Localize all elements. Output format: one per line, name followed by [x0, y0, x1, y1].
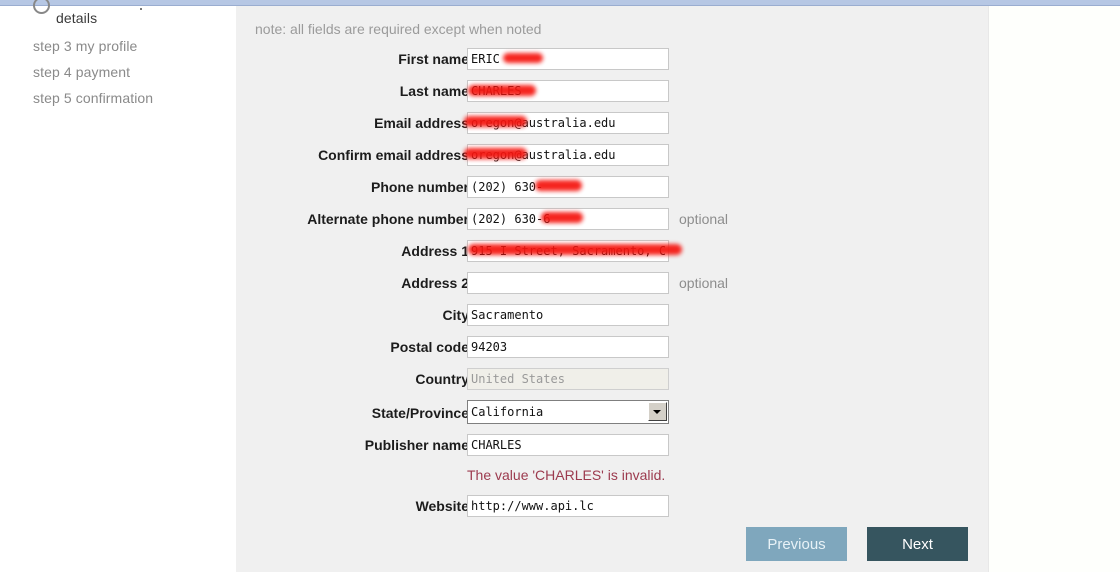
label-confirm-email-address: Confirm email address — [318, 147, 469, 163]
field-city-wrap — [467, 304, 669, 326]
email-address-input[interactable] — [467, 112, 669, 134]
form-row-last-name: Last name — [236, 80, 988, 112]
step-circle-icon — [33, 0, 50, 14]
form-row-phone: Phone number — [236, 176, 988, 208]
form-row-email: Email address — [236, 112, 988, 144]
phone-number-input[interactable] — [467, 176, 669, 198]
field-postal-code-wrap — [467, 336, 669, 358]
field-state-province-wrap: California — [467, 400, 669, 424]
label-address-2: Address 2 — [401, 275, 469, 291]
form-row-website: Website — [236, 495, 988, 527]
sidebar-item-confirmation[interactable]: step 5 confirmation — [33, 90, 153, 106]
alternate-phone-number-input[interactable] — [467, 208, 669, 230]
label-postal-code: Postal code — [390, 339, 469, 355]
city-input[interactable] — [467, 304, 669, 326]
form-row-confirm-email: Confirm email address — [236, 144, 988, 176]
form-row-country: Country — [236, 368, 988, 400]
state-province-select[interactable]: California — [467, 400, 669, 424]
country-input — [467, 368, 669, 390]
label-address-1: Address 1 — [401, 243, 469, 259]
form-row-validation-error: The value 'CHARLES' is invalid. — [236, 466, 988, 495]
field-first-name-wrap — [467, 48, 669, 70]
step-dot-icon — [140, 8, 142, 10]
label-publisher-name: Publisher name — [364, 437, 469, 453]
field-address1-wrap — [467, 240, 682, 262]
form-row-state-province: State/Province California — [236, 400, 988, 434]
form-row-city: City — [236, 304, 988, 336]
field-email-wrap — [464, 112, 669, 134]
field-publisher-name-wrap — [467, 434, 669, 456]
address-1-input[interactable] — [467, 240, 669, 262]
field-website-wrap — [467, 495, 669, 517]
field-country-wrap — [467, 368, 669, 390]
label-last-name: Last name — [399, 83, 469, 99]
last-name-input[interactable] — [467, 80, 669, 102]
form-panel: note: all fields are required except whe… — [236, 6, 988, 572]
field-address2-wrap — [467, 272, 669, 294]
label-alternate-phone-number: Alternate phone number — [307, 211, 469, 227]
next-button[interactable]: Next — [867, 527, 968, 561]
optional-label-alternate-phone: optional — [679, 211, 729, 227]
form-row-address1: Address 1 — [236, 240, 988, 272]
first-name-input[interactable] — [467, 48, 669, 70]
label-first-name: First name — [398, 51, 469, 67]
publisher-name-input[interactable] — [467, 434, 669, 456]
label-email-address: Email address — [374, 115, 469, 131]
label-website: Website — [415, 498, 469, 514]
previous-button[interactable]: Previous — [746, 527, 847, 561]
required-fields-note: note: all fields are required except whe… — [255, 21, 542, 37]
sidebar: details step 3 my profile step 4 payment… — [0, 0, 236, 572]
sidebar-item-details[interactable]: details — [56, 10, 97, 26]
field-phone-wrap — [467, 176, 669, 198]
form-row-alternate-phone: Alternate phone number optional — [236, 208, 988, 240]
validation-error-message: The value 'CHARLES' is invalid. — [467, 467, 666, 483]
wizard-navigation: Previous Next — [746, 527, 986, 561]
website-input[interactable] — [467, 495, 669, 517]
label-phone-number: Phone number — [370, 179, 469, 195]
form-row-address2: Address 2 optional — [236, 272, 988, 304]
optional-label-address2: optional — [679, 275, 729, 291]
sidebar-item-payment[interactable]: step 4 payment — [33, 64, 130, 80]
label-country: Country — [415, 371, 469, 387]
confirm-email-address-input[interactable] — [467, 144, 669, 166]
right-margin-area — [988, 6, 1120, 572]
form-row-publisher-name: Publisher name — [236, 434, 988, 466]
registration-form: First name Last name Email address Con — [236, 48, 988, 527]
form-row-first-name: First name — [236, 48, 988, 80]
label-state-province: State/Province — [371, 405, 469, 421]
form-row-postal-code: Postal code — [236, 336, 988, 368]
postal-code-input[interactable] — [467, 336, 669, 358]
field-confirm-email-wrap — [464, 144, 669, 166]
field-alternate-phone-wrap — [467, 208, 669, 230]
label-city: City — [442, 307, 469, 323]
address-2-input[interactable] — [467, 272, 669, 294]
sidebar-item-my-profile[interactable]: step 3 my profile — [33, 38, 137, 54]
field-last-name-wrap — [467, 80, 669, 102]
